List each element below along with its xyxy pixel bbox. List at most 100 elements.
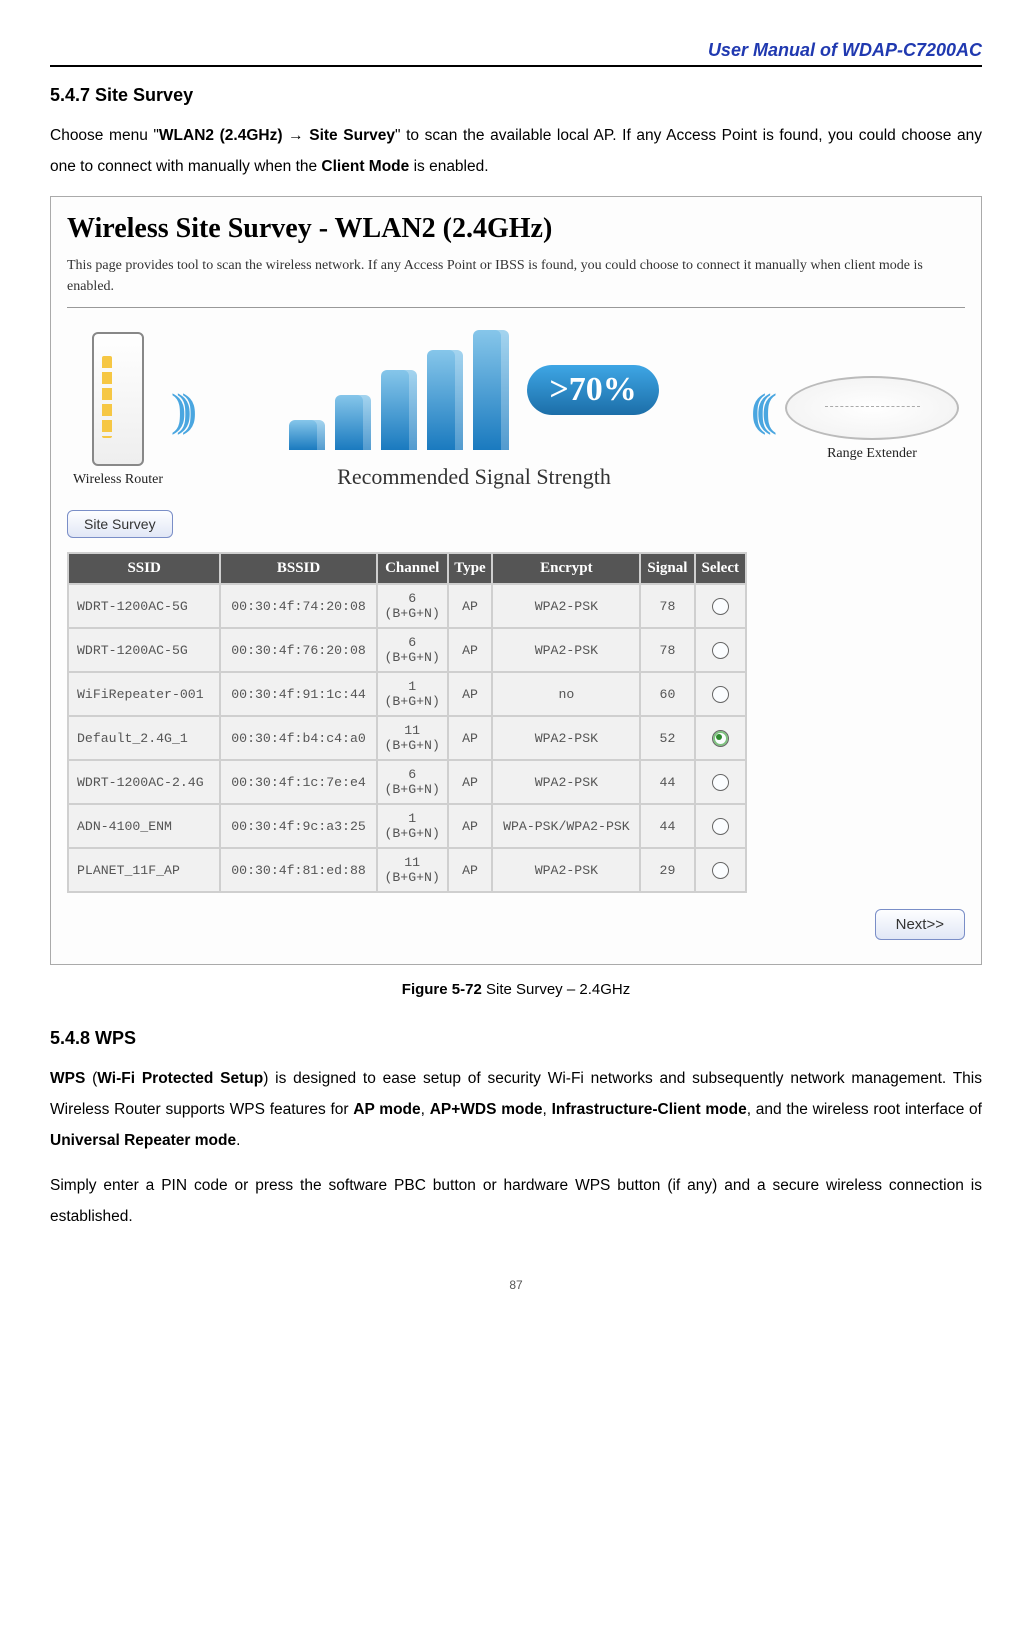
select-radio[interactable]: [712, 862, 729, 879]
cell: 60: [640, 672, 694, 716]
site-survey-panel: Wireless Site Survey - WLAN2 (2.4GHz) Th…: [50, 196, 982, 965]
select-cell: [695, 804, 746, 848]
intro-post: is enabled.: [409, 158, 488, 175]
document-header: User Manual of WDAP-C7200AC: [50, 40, 982, 65]
cell: 6(B+G+N): [377, 584, 448, 628]
cell: 00:30:4f:81:ed:88: [220, 848, 377, 892]
cell: WPA2-PSK: [492, 584, 640, 628]
cell: ADN-4100_ENM: [68, 804, 220, 848]
signal-percent-badge: >70%: [527, 365, 658, 415]
cell: 1(B+G+N): [377, 672, 448, 716]
cell: 6(B+G+N): [377, 760, 448, 804]
mode-ap: AP mode: [353, 1101, 420, 1118]
cell: 52: [640, 716, 694, 760]
cell: WPA2-PSK: [492, 848, 640, 892]
cell: WiFiRepeater-001: [68, 672, 220, 716]
table-row: WDRT-1200AC-5G00:30:4f:74:20:086(B+G+N)A…: [68, 584, 746, 628]
select-cell: [695, 672, 746, 716]
t: ,: [421, 1101, 430, 1118]
cell: PLANET_11F_AP: [68, 848, 220, 892]
table-row: ADN-4100_ENM00:30:4f:9c:a3:251(B+G+N)APW…: [68, 804, 746, 848]
access-point-table: SSIDBSSIDChannelTypeEncryptSignalSelect …: [67, 552, 747, 893]
cell: WPA2-PSK: [492, 760, 640, 804]
intro-pre: Choose menu ": [50, 127, 159, 144]
cell: 6(B+G+N): [377, 628, 448, 672]
site-survey-button[interactable]: Site Survey: [67, 510, 173, 538]
select-cell: [695, 848, 746, 892]
table-row: Default_2.4G_100:30:4f:b4:c4:a011(B+G+N)…: [68, 716, 746, 760]
column-header: BSSID: [220, 553, 377, 584]
select-radio[interactable]: [712, 818, 729, 835]
cell: WPA2-PSK: [492, 628, 640, 672]
figure-caption: Figure 5-72 Site Survey – 2.4GHz: [50, 981, 982, 998]
cell: AP: [448, 848, 493, 892]
router-caption: Wireless Router: [73, 472, 163, 488]
panel-divider: [67, 307, 965, 308]
figure-label: Figure 5-72: [402, 981, 482, 998]
page-number: 87: [50, 1278, 982, 1292]
table-row: WDRT-1200AC-5G00:30:4f:76:20:086(B+G+N)A…: [68, 628, 746, 672]
column-header: Signal: [640, 553, 694, 584]
menu-path: WLAN2 (2.4GHz) → Site Survey: [159, 127, 395, 144]
column-header: Select: [695, 553, 746, 584]
column-header: Channel: [377, 553, 448, 584]
cell: AP: [448, 804, 493, 848]
next-button[interactable]: Next>>: [875, 909, 965, 940]
select-cell: [695, 584, 746, 628]
column-header: Encrypt: [492, 553, 640, 584]
select-cell: [695, 760, 746, 804]
cell: AP: [448, 760, 493, 804]
select-cell: [695, 628, 746, 672]
section-5-4-7-heading: 5.4.7 Site Survey: [50, 85, 982, 106]
signal-strength-block: >70% Recommended Signal Strength: [195, 330, 753, 490]
cell: AP: [448, 672, 493, 716]
range-extender-figure: Range Extender: [785, 358, 959, 462]
cell: WDRT-1200AC-2.4G: [68, 760, 220, 804]
cell: 11(B+G+N): [377, 716, 448, 760]
cell: 44: [640, 804, 694, 848]
signal-waves-left-icon: ))): [761, 387, 777, 433]
cell: AP: [448, 628, 493, 672]
signal-waves-right-icon: ))): [171, 387, 187, 433]
cell: AP: [448, 584, 493, 628]
column-header: SSID: [68, 553, 220, 584]
client-mode-term: Client Mode: [321, 158, 409, 175]
wps-paragraph-1: WPS (Wi-Fi Protected Setup) is designed …: [50, 1063, 982, 1156]
cell: 00:30:4f:b4:c4:a0: [220, 716, 377, 760]
signal-bars-icon: [289, 330, 509, 450]
select-cell: [695, 716, 746, 760]
header-rule: [50, 65, 982, 67]
cell: 00:30:4f:1c:7e:e4: [220, 760, 377, 804]
section-5-4-8-heading: 5.4.8 WPS: [50, 1028, 982, 1049]
cell: 00:30:4f:76:20:08: [220, 628, 377, 672]
cell: 00:30:4f:74:20:08: [220, 584, 377, 628]
cell: WDRT-1200AC-5G: [68, 584, 220, 628]
cell: WDRT-1200AC-5G: [68, 628, 220, 672]
signal-diagram: Wireless Router ))) >70% Recommended Sig…: [67, 326, 965, 494]
table-row: WDRT-1200AC-2.4G00:30:4f:1c:7e:e46(B+G+N…: [68, 760, 746, 804]
panel-description: This page provides tool to scan the wire…: [67, 255, 965, 297]
select-radio[interactable]: [712, 598, 729, 615]
cell: 78: [640, 628, 694, 672]
range-extender-icon: [785, 376, 959, 440]
wps-paragraph-2: Simply enter a PIN code or press the sof…: [50, 1170, 982, 1232]
select-radio[interactable]: [712, 642, 729, 659]
t: ,: [543, 1101, 552, 1118]
t: , and the wireless root interface of: [747, 1101, 982, 1118]
cell: 29: [640, 848, 694, 892]
cell: 78: [640, 584, 694, 628]
section-5-4-7-intro: Choose menu "WLAN2 (2.4GHz) → Site Surve…: [50, 120, 982, 182]
select-radio[interactable]: [712, 730, 729, 747]
cell: 00:30:4f:91:1c:44: [220, 672, 377, 716]
mode-infra-client: Infrastructure-Client mode: [552, 1101, 747, 1118]
select-radio[interactable]: [712, 774, 729, 791]
mode-universal-repeater: Universal Repeater mode: [50, 1132, 236, 1149]
select-radio[interactable]: [712, 686, 729, 703]
figure-text: Site Survey – 2.4GHz: [482, 981, 630, 998]
signal-strength-caption: Recommended Signal Strength: [195, 464, 753, 490]
cell: 11(B+G+N): [377, 848, 448, 892]
mode-apwds: AP+WDS mode: [430, 1101, 543, 1118]
extender-caption: Range Extender: [785, 446, 959, 462]
wireless-router-figure: Wireless Router: [73, 332, 163, 488]
wps-abbr: WPS: [50, 1070, 85, 1087]
